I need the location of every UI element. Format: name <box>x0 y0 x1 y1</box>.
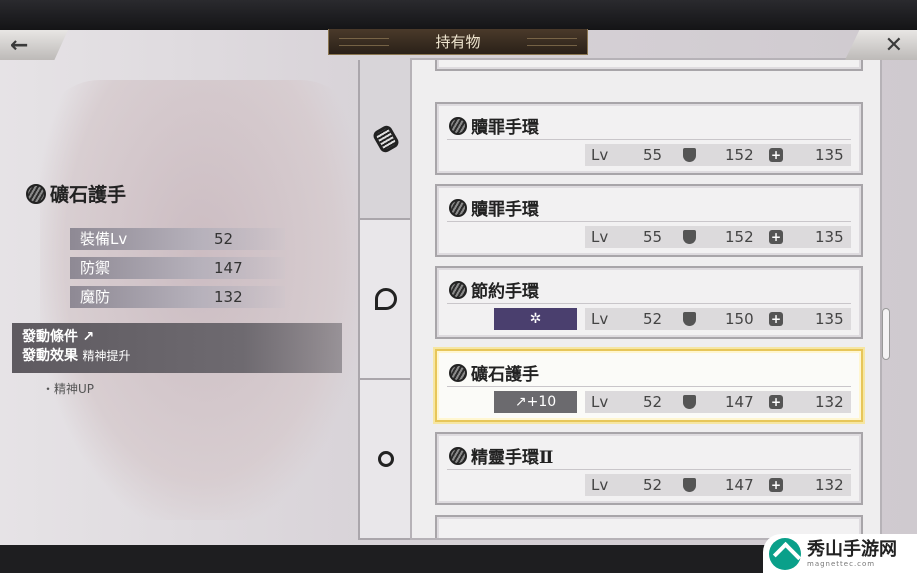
item-name: 贖罪手環 <box>471 200 539 220</box>
item-card-partial[interactable] <box>435 60 863 71</box>
skill-badge: ↗+10 <box>494 391 577 413</box>
arrow-up-right-icon: ↗ <box>82 329 95 345</box>
item-magic-defense: 135 <box>815 146 844 164</box>
bracelet-icon <box>449 363 467 382</box>
item-card[interactable]: 精靈手環Ⅱ Lv 52 147 + 132 <box>435 432 863 505</box>
item-magic-defense: 132 <box>815 476 844 494</box>
page-title: 持有物 <box>328 29 588 55</box>
item-card[interactable]: 贖罪手環 Lv 55 152 + 135 <box>435 102 863 175</box>
item-stats: Lv 55 152 + 135 <box>585 144 851 166</box>
bracelet-icon <box>371 123 401 155</box>
item-name: 礦石護手 <box>471 365 539 385</box>
title-decoration-right <box>527 38 577 46</box>
divider <box>447 386 851 387</box>
item-magic-defense: 135 <box>815 310 844 328</box>
watermark-subtext: magnettec.com <box>807 559 876 568</box>
shield-icon <box>683 478 696 492</box>
bracelet-icon <box>449 446 467 465</box>
bracelet-icon <box>449 198 467 217</box>
item-defense: 152 <box>725 146 754 164</box>
skill-badge: ✲ <box>494 308 577 330</box>
ring-icon <box>378 451 394 467</box>
item-level: 52 <box>643 310 663 328</box>
watermark-text: 秀山手游网 <box>807 538 897 560</box>
bracelet-icon <box>449 280 467 299</box>
category-tabs <box>358 60 412 540</box>
bracelet-icon <box>26 183 46 204</box>
page-title-text: 持有物 <box>435 33 481 51</box>
top-bar <box>0 0 917 30</box>
skill-box: 發動條件 ↗ 發動效果 精神提升 <box>12 323 342 373</box>
item-defense: 147 <box>725 476 754 494</box>
skill-condition: 發動條件 ↗ <box>22 329 95 345</box>
item-stats: Lv 55 152 + 135 <box>585 226 851 248</box>
item-card[interactable]: 節約手環 ✲ Lv 52 150 + 135 <box>435 266 863 339</box>
item-magic-defense: 132 <box>815 393 844 411</box>
shield-icon <box>683 148 696 162</box>
tab-earring[interactable] <box>360 220 412 380</box>
watermark-logo-icon <box>769 537 801 570</box>
title-decoration-left <box>339 38 389 46</box>
item-name: 節約手環 <box>471 282 539 302</box>
magic-shield-icon: + <box>769 148 783 162</box>
item-level: 55 <box>643 146 663 164</box>
item-level: 55 <box>643 228 663 246</box>
magic-shield-icon: + <box>769 312 783 326</box>
item-level: 52 <box>643 476 663 494</box>
earring-icon <box>375 288 397 310</box>
tab-bracelet[interactable] <box>360 60 412 220</box>
shield-icon <box>683 312 696 326</box>
skill-effect: 發動效果 精神提升 <box>22 348 131 364</box>
item-defense: 152 <box>725 228 754 246</box>
magic-shield-icon: + <box>769 478 783 492</box>
item-stats: Lv 52 150 + 135 <box>585 308 851 330</box>
selected-item-name: 礦石護手 <box>26 180 126 207</box>
item-list: 贖罪手環 Lv 55 152 + 135 贖罪手環 Lv 55 152 + 13… <box>410 58 882 540</box>
divider <box>447 139 851 140</box>
item-level: 52 <box>643 393 663 411</box>
item-defense: 150 <box>725 310 754 328</box>
item-name: 贖罪手環 <box>471 118 539 138</box>
item-stats: Lv 52 147 + 132 <box>585 474 851 496</box>
stat-row-equip-lv: 裝備Lv 52 <box>70 228 285 250</box>
item-card-selected[interactable]: 礦石護手 ↗+10 Lv 52 147 + 132 <box>435 349 863 422</box>
magic-shield-icon: + <box>769 395 783 409</box>
divider <box>447 469 851 470</box>
stat-row-defense: 防禦 147 <box>70 257 285 279</box>
close-icon: ✕ <box>884 32 903 58</box>
item-name: 精靈手環Ⅱ <box>471 448 554 468</box>
scrollbar-thumb[interactable] <box>882 308 890 360</box>
item-magic-defense: 135 <box>815 228 844 246</box>
shield-icon <box>683 395 696 409</box>
item-card[interactable]: 贖罪手環 Lv 55 152 + 135 <box>435 184 863 257</box>
item-defense: 147 <box>725 393 754 411</box>
stat-row-magic-defense: 魔防 132 <box>70 286 285 308</box>
divider <box>447 303 851 304</box>
divider <box>447 221 851 222</box>
shield-icon <box>683 230 696 244</box>
bracelet-icon <box>449 116 467 135</box>
back-arrow-icon: ← <box>10 32 29 58</box>
item-stats: Lv 52 147 + 132 <box>585 391 851 413</box>
magic-shield-icon: + <box>769 230 783 244</box>
skill-note: ・精神UP <box>42 382 95 396</box>
watermark: 秀山手游网 magnettec.com <box>763 534 917 573</box>
tab-ring[interactable] <box>360 380 412 540</box>
